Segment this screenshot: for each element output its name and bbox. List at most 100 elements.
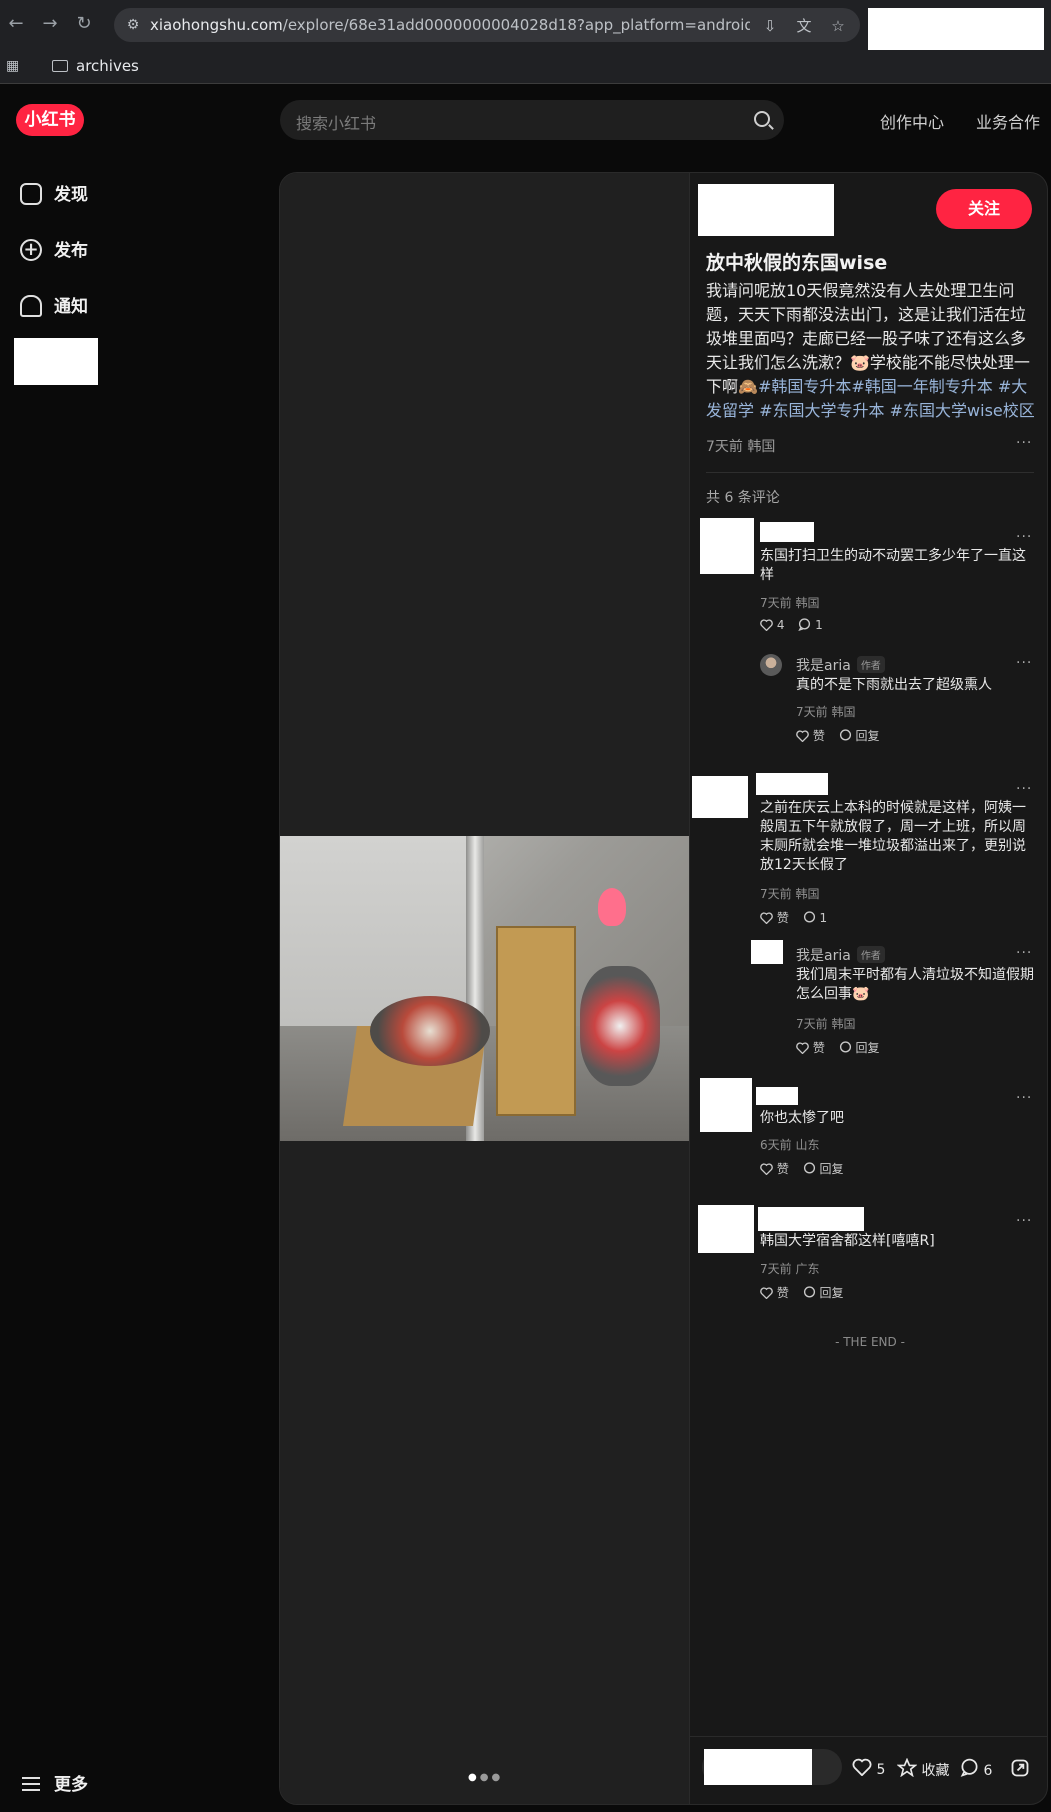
bookmark-star-icon[interactable]: ☆: [828, 16, 848, 36]
hashtag[interactable]: #韩国一年制专升本: [851, 377, 992, 396]
comment-actions: 赞 回复: [760, 1160, 854, 1177]
reload-icon[interactable]: ↻: [72, 12, 96, 36]
note-detail-panel: 关注 放中秋假的东国wise 我请问呢放10天假竟然没有人去处理卫生问题，天天下…: [689, 173, 1047, 1804]
hashtag[interactable]: #东国大学专升本: [759, 401, 884, 420]
comment-more-icon[interactable]: ···: [1016, 1090, 1032, 1106]
creator-center-link[interactable]: 创作中心: [880, 109, 944, 133]
sidebar-more[interactable]: 更多: [22, 1770, 88, 1795]
comment-button[interactable]: 6: [960, 1758, 992, 1779]
menu-icon: [22, 1777, 40, 1791]
star-icon: [897, 1758, 917, 1777]
apps-grid-icon[interactable]: ▦: [6, 58, 22, 74]
reply-count: 1: [815, 618, 823, 632]
sidebar-redacted: [14, 338, 98, 385]
comment-bubble-icon: [960, 1758, 978, 1777]
comment-more-icon[interactable]: ···: [1016, 945, 1032, 961]
sidebar-item-notifications[interactable]: 通知: [20, 293, 88, 321]
comment-like-button[interactable]: 赞: [760, 911, 789, 925]
search-icon[interactable]: [754, 111, 770, 127]
translate-icon[interactable]: 文: [794, 16, 814, 36]
carousel-dots[interactable]: ●●●: [468, 1772, 503, 1783]
commenter-name-redacted[interactable]: [756, 1087, 798, 1105]
xiaohongshu-logo[interactable]: 小红书: [16, 104, 84, 136]
carousel-dot-active[interactable]: ●: [468, 1772, 480, 1783]
comment-total: 6: [983, 1763, 993, 1779]
commenter-name-redacted[interactable]: [758, 1207, 864, 1231]
avatar[interactable]: [700, 1078, 752, 1132]
like-label: 赞: [812, 1041, 825, 1055]
reply-reply-button[interactable]: 回复: [839, 729, 880, 743]
comment-more-icon[interactable]: ···: [1016, 655, 1032, 671]
reply-count: 1: [819, 911, 828, 925]
like-button[interactable]: 5: [852, 1758, 885, 1778]
comment-count: 共 6 条评论: [706, 490, 780, 506]
collect-button[interactable]: 收藏: [897, 1758, 949, 1780]
comment-meta: 7天前 韩国: [760, 887, 820, 901]
forward-icon[interactable]: →: [38, 12, 62, 36]
comment-meta: 6天前 山东: [760, 1138, 820, 1152]
sidebar-item-discover[interactable]: 发现: [20, 181, 88, 209]
comment-reply-button[interactable]: 回复: [803, 1286, 844, 1300]
avatar[interactable]: [692, 776, 748, 818]
note-photo[interactable]: [280, 836, 689, 1141]
commenter-name-redacted[interactable]: [760, 522, 814, 542]
comment-input[interactable]: [702, 1749, 842, 1785]
comment-actions: 赞 回复: [760, 1284, 854, 1301]
divider: [706, 472, 1034, 473]
comment-reply-button[interactable]: 回复: [803, 1162, 844, 1176]
sidebar-item-publish[interactable]: 发布: [20, 236, 88, 265]
site-info-icon[interactable]: ⚙: [124, 16, 142, 34]
hashtag[interactable]: #韩国专升本: [758, 377, 851, 396]
carousel-dot[interactable]: ●: [491, 1772, 503, 1783]
comment-text: 你也太惨了吧: [760, 1110, 844, 1126]
comment-more-icon[interactable]: ···: [1016, 1213, 1032, 1229]
more-options-icon[interactable]: ···: [1016, 435, 1032, 451]
comment-like-button[interactable]: 赞: [760, 1286, 789, 1300]
like-label: 赞: [812, 729, 825, 743]
comment-actions: 赞 1: [760, 909, 837, 926]
reply-label: 回复: [855, 1041, 880, 1055]
sidebar-item-label: 通知: [54, 297, 88, 317]
commenter-name-redacted[interactable]: [756, 773, 828, 795]
like-label: 赞: [776, 1162, 789, 1176]
bookmarks-bar: ▦ archives: [0, 50, 1051, 84]
engagement-bar: 5 收藏 6: [690, 1736, 1047, 1804]
share-button[interactable]: [1010, 1758, 1030, 1780]
install-icon[interactable]: ⇩: [760, 16, 780, 36]
avatar[interactable]: [751, 940, 783, 964]
comment-more-icon[interactable]: ···: [1016, 529, 1032, 545]
comment-reply-button[interactable]: 1: [803, 911, 827, 925]
comment-like-button[interactable]: 赞: [760, 1162, 789, 1176]
comment-reply-button[interactable]: 1: [798, 618, 823, 632]
more-label: 更多: [54, 1775, 88, 1795]
reply-like-button[interactable]: 赞: [796, 1041, 825, 1055]
plus-icon: [20, 236, 42, 264]
hashtag[interactable]: #东国大学wise校区: [890, 401, 1035, 420]
url-text[interactable]: xiaohongshu.com/explore/68e31add00000000…: [150, 16, 750, 34]
share-icon: [1011, 1759, 1029, 1777]
reply-label: 回复: [819, 1286, 844, 1300]
reply-reply-button[interactable]: 回复: [839, 1041, 880, 1055]
bookmark-folder-archives[interactable]: archives: [52, 57, 139, 77]
heart-icon: [796, 730, 809, 742]
back-icon[interactable]: ←: [4, 12, 28, 36]
reply-like-button[interactable]: 赞: [796, 729, 825, 743]
comment-bubble-icon: [839, 729, 851, 741]
comment-like-button[interactable]: 4: [760, 618, 784, 632]
avatar[interactable]: [698, 1205, 754, 1253]
bookmark-folder-label: archives: [76, 57, 139, 75]
address-bar[interactable]: ⚙ xiaohongshu.com/explore/68e31add000000…: [114, 8, 860, 42]
follow-button[interactable]: 关注: [936, 189, 1032, 229]
comment-bubble-icon: [803, 1286, 815, 1298]
media-carousel[interactable]: ●●●: [280, 173, 689, 1804]
search-input[interactable]: 搜索小红书: [280, 100, 784, 140]
avatar[interactable]: [700, 518, 754, 574]
avatar[interactable]: [760, 654, 782, 676]
end-marker: - THE END -: [835, 1335, 905, 1349]
reply-author[interactable]: 我是aria 作者: [796, 945, 885, 965]
business-link[interactable]: 业务合作: [976, 109, 1040, 133]
comment-more-icon[interactable]: ···: [1016, 781, 1032, 797]
like-label: 赞: [776, 911, 789, 925]
reply-author[interactable]: 我是aria 作者: [796, 655, 885, 675]
carousel-dot[interactable]: ●: [480, 1772, 492, 1783]
